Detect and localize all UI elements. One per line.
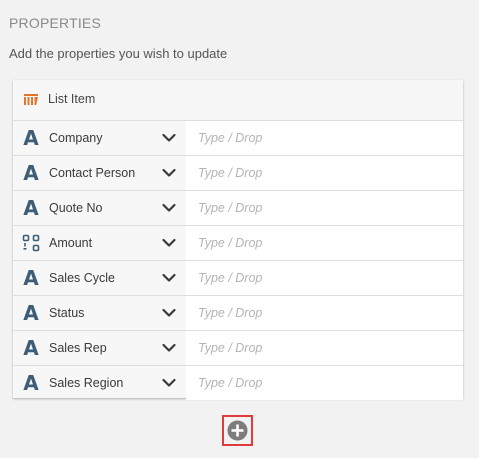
chevron-down-icon[interactable] xyxy=(161,236,177,250)
text-type-icon: A xyxy=(23,301,39,325)
property-value-input[interactable]: Type / Drop xyxy=(186,156,463,190)
text-type-icon: A xyxy=(23,266,39,290)
property-label: Company xyxy=(49,131,103,145)
property-value-input[interactable]: Type / Drop xyxy=(186,191,463,225)
property-value-input[interactable]: Type / Drop xyxy=(186,226,463,260)
chevron-down-icon[interactable] xyxy=(161,201,177,215)
list-item-label: List Item xyxy=(48,92,96,106)
chevron-down-icon[interactable] xyxy=(161,166,177,180)
property-row: A Quote No Type / Drop xyxy=(13,190,463,225)
chevron-down-icon[interactable] xyxy=(161,271,177,285)
text-type-icon: A xyxy=(23,126,39,150)
property-row: A Sales Rep Type / Drop xyxy=(13,330,463,365)
property-label: Sales Rep xyxy=(49,341,107,355)
chevron-down-icon[interactable] xyxy=(161,341,177,355)
chevron-down-icon[interactable] xyxy=(161,131,177,145)
property-value-input[interactable]: Type / Drop xyxy=(186,366,463,400)
property-row: Amount Type / Drop xyxy=(13,225,463,260)
plus-circle-icon xyxy=(227,420,248,441)
text-type-icon: A xyxy=(23,161,39,185)
list-item-icon xyxy=(23,91,39,107)
text-type-icon: A xyxy=(23,196,39,220)
property-value-input[interactable]: Type / Drop xyxy=(186,296,463,330)
card-header: List Item xyxy=(13,80,463,120)
property-label: Contact Person xyxy=(49,166,136,180)
text-type-icon: A xyxy=(23,336,39,360)
add-property-button[interactable] xyxy=(222,415,253,446)
property-row: A Sales Region Type / Drop xyxy=(13,365,463,400)
chevron-down-icon[interactable] xyxy=(161,376,177,390)
property-value-input[interactable]: Type / Drop xyxy=(186,121,463,155)
property-label: Amount xyxy=(49,236,93,250)
property-value-input[interactable]: Type / Drop xyxy=(186,331,463,365)
properties-card: List Item A Company Type / Drop A Contact Pe… xyxy=(13,80,463,400)
property-label: Status xyxy=(49,306,85,320)
property-label: Sales Cycle xyxy=(49,271,115,285)
number-type-icon xyxy=(22,232,40,254)
section-subtitle: Add the properties you wish to update xyxy=(9,46,228,61)
property-row: A Status Type / Drop xyxy=(13,295,463,330)
chevron-down-icon[interactable] xyxy=(161,306,177,320)
text-type-icon: A xyxy=(23,371,39,395)
property-row: A Sales Cycle Type / Drop xyxy=(13,260,463,295)
property-label: Sales Region xyxy=(49,376,124,390)
property-value-input[interactable]: Type / Drop xyxy=(186,261,463,295)
property-row: A Contact Person Type / Drop xyxy=(13,155,463,190)
section-title: PROPERTIES xyxy=(9,15,101,31)
property-label: Quote No xyxy=(49,201,103,215)
property-row: A Company Type / Drop xyxy=(13,120,463,155)
